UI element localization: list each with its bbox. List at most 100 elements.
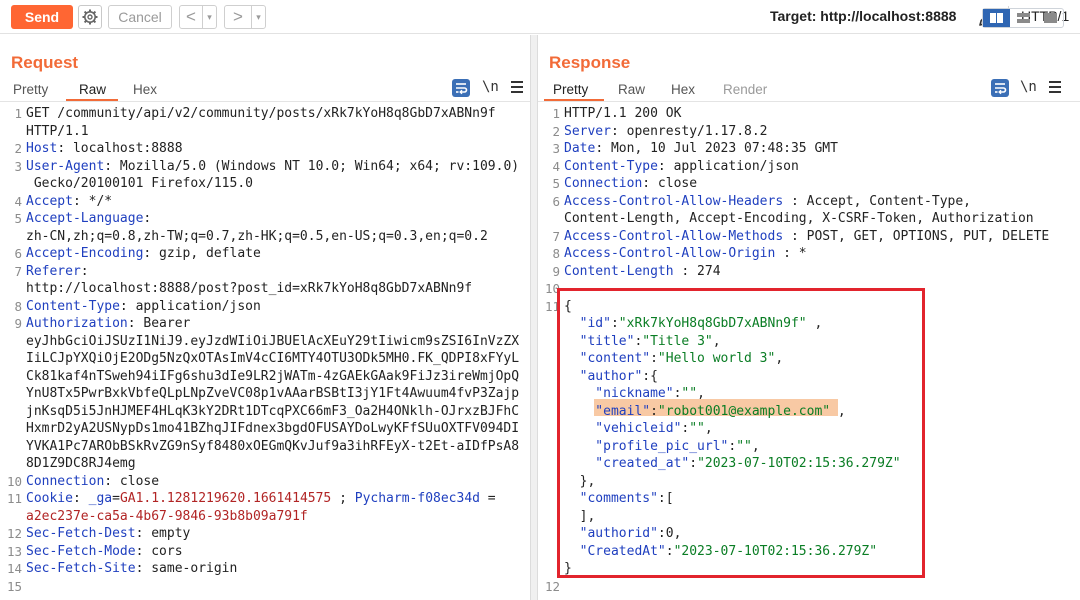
line-text: Content-Length, Accept-Encoding, X-CSRF-… — [564, 210, 1034, 228]
text-segment: http://localhost:8888/post?post_id=xRk7k… — [26, 281, 473, 296]
text-segment: : Mon, 10 Jul 2023 07:48:35 GMT — [595, 141, 838, 156]
line-number: 11 — [6, 491, 22, 506]
line-number: 14 — [6, 561, 22, 576]
text-segment: : 274 — [673, 263, 721, 279]
line-number: 1 — [552, 106, 560, 121]
code-line: 4 Content-Type: application/json — [538, 158, 1080, 176]
line-number: 7 — [552, 228, 560, 244]
line-text: YVKA1Pc7ARObBSkRvZG9nSyf8480xOEGmQKvJuf9… — [26, 438, 519, 456]
tab-raw[interactable]: Raw — [79, 82, 106, 97]
tab-raw[interactable]: Raw — [618, 82, 645, 97]
pane-divider — [0, 101, 530, 102]
code-line: 1 GET /community/api/v2/community/posts/x… — [0, 105, 530, 123]
line-number: 15 — [6, 578, 22, 594]
code-line: 13 Sec-Fetch-Mode: cors — [0, 543, 530, 561]
header-key: Access-Control-Allow-Origin — [564, 246, 776, 261]
send-button[interactable]: Send — [11, 5, 73, 29]
tab-pretty[interactable]: Pretty — [553, 82, 588, 97]
line-text: Access-Control-Allow-Origin : * — [564, 245, 807, 263]
newline-toggle-button[interactable]: \n — [482, 79, 499, 95]
code-line: a2ec237e-ca5a-4b67-9846-93b8b09a791f — [0, 508, 530, 526]
text-segment: : Mozilla/5.0 (Windows NT 10.0; Win64; x… — [104, 158, 520, 174]
text-segment: GET /community/api/v2/community/posts/xR… — [26, 106, 496, 121]
code-line: 9 Content-Length : 274 — [538, 263, 1080, 281]
line-text: jnKsqD5i5JnHJMEF4HLqK3kY2DRt1DTcqPXC66mF… — [26, 403, 519, 421]
code-line: 10 Connection: close — [0, 473, 530, 491]
line-text: IiLCJpYXQiOjE2ODg5NzQxOTAsImV4cCI6MTY4OT… — [26, 350, 519, 368]
cancel-button[interactable]: Cancel — [108, 5, 172, 29]
text-segment: : Bearer — [127, 316, 191, 331]
cookie-value: GA1.1.1281219620.1661414575 — [119, 491, 332, 506]
text-segment: Gecko/20100101 Firefox/115.0 — [26, 176, 253, 191]
text-segment: IiLCJpYXQiOjE2ODg5NzQxOTAsImV4cCI6MTY4OT… — [26, 351, 520, 366]
code-line: eyJhbGciOiJSUzI1NiJ9.eyJzdWIiOiJBUElAcXE… — [0, 333, 530, 351]
line-text: Sec-Fetch-Site: same-origin — [26, 560, 237, 578]
code-line: 2 Server: openresty/1.17.8.2 — [538, 123, 1080, 141]
text-segment: Ck81kaf4nTSweh94iIFg6shu3dIe9LR2jWATm-4z… — [26, 368, 520, 384]
tab-hex[interactable]: Hex — [671, 82, 695, 97]
response-title: Response — [549, 53, 631, 72]
back-history-group: < ▾ — [179, 5, 217, 29]
line-text: Referer: — [26, 263, 89, 281]
layout-stacked-button[interactable] — [1010, 9, 1037, 27]
word-wrap-button[interactable] — [991, 79, 1009, 97]
menu-icon[interactable] — [1049, 81, 1061, 93]
tab-render[interactable]: Render — [723, 82, 767, 97]
line-text: Connection: close — [26, 473, 159, 491]
header-key: User-Agent — [26, 158, 105, 174]
line-text: Access-Control-Allow-Methods : POST, GET… — [564, 228, 1049, 246]
code-line: 5 Connection: close — [538, 175, 1080, 193]
tab-hex[interactable]: Hex — [133, 82, 157, 97]
back-button[interactable]: < — [181, 7, 201, 27]
request-editor[interactable]: 1 GET /community/api/v2/community/posts/x… — [0, 105, 530, 600]
line-number: 8 — [552, 246, 560, 261]
line-number: 5 — [14, 211, 22, 226]
line-number: 7 — [14, 263, 22, 279]
chevron-down-icon[interactable]: ▾ — [251, 6, 265, 28]
text-segment: YVKA1Pc7ARObBSkRvZG9nSyf8480xOEGmQKvJuf9… — [26, 438, 520, 454]
header-key: Sec-Fetch-Dest — [26, 526, 136, 541]
line-text: Content-Type: application/json — [564, 158, 799, 176]
text-segment: : openresty/1.17.8.2 — [610, 123, 768, 139]
code-line: 8 Content-Type: application/json — [0, 298, 530, 316]
line-text: HxmrD2yA2USNypDs1mo41BZhqJIFdnex3bgdOFUS… — [26, 420, 519, 438]
header-key: Access-Control-Allow-Headers — [564, 193, 784, 209]
line-text: User-Agent: Mozilla/5.0 (Windows NT 10.0… — [26, 158, 519, 176]
code-line: 1 HTTP/1.1 200 OK — [538, 105, 1080, 123]
code-line: 6 Access-Control-Allow-Headers : Accept, … — [538, 193, 1080, 211]
line-text: Server: openresty/1.17.8.2 — [564, 123, 768, 141]
header-key: Pycharm-f08ec34d — [354, 491, 480, 506]
request-pane: Request Pretty Raw Hex \n 1 GET /communit… — [0, 35, 530, 600]
text-segment: jnKsqD5i5JnHJMEF4HLqK3kY2DRt1DTcqPXC66mF… — [26, 403, 520, 419]
layout-side-by-side-button[interactable] — [983, 9, 1010, 27]
code-line: http://localhost:8888/post?post_id=xRk7k… — [0, 280, 530, 298]
code-line: 11 Cookie: _ga=GA1.1.1281219620.166141457… — [0, 490, 530, 508]
line-text: Gecko/20100101 Firefox/115.0 — [26, 175, 253, 193]
code-line: HxmrD2yA2USNypDs1mo41BZhqJIFdnex3bgdOFUS… — [0, 420, 530, 438]
line-text: HTTP/1.1 — [26, 123, 89, 141]
chevron-down-icon[interactable]: ▾ — [202, 6, 216, 28]
pane-splitter[interactable] — [530, 35, 538, 600]
header-key: Accept — [26, 193, 73, 209]
code-line: 14 Sec-Fetch-Site: same-origin — [0, 560, 530, 578]
settings-button[interactable] — [78, 5, 102, 29]
menu-icon[interactable] — [511, 81, 523, 93]
line-number: 12 — [544, 578, 560, 594]
layout-single-button[interactable] — [1037, 9, 1064, 27]
tab-pretty[interactable]: Pretty — [13, 82, 48, 97]
code-line: 4 Accept: */* — [0, 193, 530, 211]
code-line: 3 User-Agent: Mozilla/5.0 (Windows NT 10.… — [0, 158, 530, 176]
text-segment: : application/json — [119, 298, 261, 314]
code-line: 8 Access-Control-Allow-Origin : * — [538, 245, 1080, 263]
header-key: Host — [26, 141, 58, 156]
text-segment: : — [72, 491, 89, 506]
word-wrap-button[interactable] — [452, 79, 470, 97]
line-text: HTTP/1.1 200 OK — [564, 105, 681, 123]
newline-toggle-button[interactable]: \n — [1020, 79, 1037, 95]
code-line: HTTP/1.1 — [0, 123, 530, 141]
code-line: 12 — [538, 578, 1080, 596]
forward-button[interactable]: > — [228, 7, 248, 27]
line-number: 3 — [552, 141, 560, 156]
text-segment: : gzip, deflate — [143, 246, 261, 261]
header-key: Sec-Fetch-Mode — [26, 543, 136, 559]
